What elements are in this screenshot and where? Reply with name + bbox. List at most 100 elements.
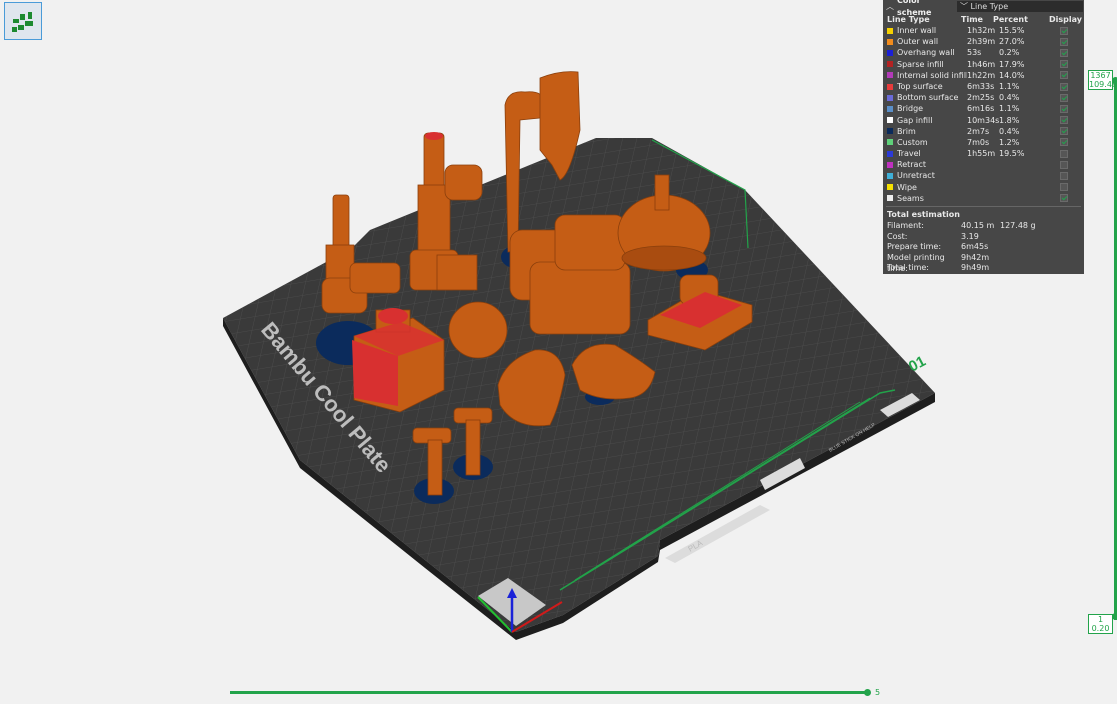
color-swatch bbox=[887, 173, 893, 180]
cost-value: 3.19 bbox=[961, 231, 979, 241]
line-type-name: Bottom surface bbox=[897, 93, 959, 103]
legend-row[interactable]: Outer wall 2h39m 27.0% bbox=[883, 36, 1084, 47]
display-checkbox[interactable] bbox=[1060, 48, 1068, 57]
line-type-time: 2m7s bbox=[967, 126, 990, 136]
line-type-time: 1h55m bbox=[967, 149, 996, 159]
prepare-time-label: Prepare time: bbox=[887, 242, 942, 252]
model-printing-time-label: Model printing time: bbox=[887, 252, 945, 273]
model-printing-time-row: Model printing time: 9h42m bbox=[883, 252, 1084, 273]
top-layer-number: 1367 bbox=[1090, 71, 1111, 80]
color-scheme-value: Line Type bbox=[970, 2, 1009, 11]
line-type-name: Seams bbox=[897, 193, 924, 203]
move-slider-track[interactable] bbox=[230, 691, 868, 694]
line-type-name: Gap infill bbox=[897, 115, 933, 125]
line-type-name: Custom bbox=[897, 137, 928, 147]
cost-row: Cost: 3.19 bbox=[883, 231, 1084, 242]
color-scheme-select[interactable]: ﹀ Line Type bbox=[957, 1, 1083, 12]
line-type-percent: 0.4% bbox=[999, 93, 1020, 103]
display-checkbox[interactable] bbox=[1060, 71, 1068, 80]
top-layer-height: 109.48 bbox=[1089, 80, 1117, 89]
bottom-layer-label: 1 0.20 bbox=[1088, 614, 1113, 634]
color-swatch bbox=[887, 94, 893, 101]
display-checkbox[interactable] bbox=[1060, 160, 1068, 169]
color-swatch bbox=[887, 161, 893, 168]
legend-row[interactable]: Travel 1h55m 19.5% bbox=[883, 148, 1084, 159]
legend-row[interactable]: Custom 7m0s 1.2% bbox=[883, 137, 1084, 148]
move-slider-handle[interactable] bbox=[864, 689, 871, 696]
color-swatch bbox=[887, 184, 893, 191]
line-type-percent: 15.5% bbox=[999, 26, 1025, 35]
divider bbox=[886, 206, 1081, 207]
color-swatch bbox=[887, 128, 893, 135]
line-type-name: Sparse infill bbox=[897, 59, 944, 69]
line-type-name: Outer wall bbox=[897, 37, 939, 47]
color-swatch bbox=[887, 49, 893, 56]
line-type-time: 1h32m bbox=[967, 26, 996, 35]
cost-label: Cost: bbox=[887, 231, 908, 241]
legend-row[interactable]: Wipe bbox=[883, 182, 1084, 193]
color-swatch bbox=[887, 105, 893, 112]
line-type-percent: 14.0% bbox=[999, 70, 1025, 80]
filament-label: Filament: bbox=[887, 221, 924, 230]
display-checkbox[interactable] bbox=[1060, 138, 1068, 147]
legend-row[interactable]: Unretract bbox=[883, 170, 1084, 181]
line-type-time: 53s bbox=[967, 48, 982, 58]
color-swatch bbox=[887, 150, 893, 157]
line-type-percent: 1.1% bbox=[999, 104, 1020, 114]
legend-row[interactable]: Sparse infill 1h46m 17.9% bbox=[883, 59, 1084, 70]
line-type-name: Travel bbox=[897, 149, 921, 159]
total-time-value: 9h49m bbox=[961, 263, 990, 273]
color-swatch bbox=[887, 38, 893, 45]
legend-row[interactable]: Brim 2m7s 0.4% bbox=[883, 126, 1084, 137]
color-swatch bbox=[887, 72, 893, 79]
color-swatch bbox=[887, 83, 893, 90]
line-type-percent: 27.0% bbox=[999, 37, 1025, 47]
legend-row[interactable]: Retract bbox=[883, 159, 1084, 170]
line-type-percent: 1.2% bbox=[999, 137, 1020, 147]
line-type-percent: 0.2% bbox=[999, 48, 1020, 58]
legend-row[interactable]: Top surface 6m33s 1.1% bbox=[883, 81, 1084, 92]
display-checkbox[interactable] bbox=[1060, 149, 1068, 158]
line-type-name: Unretract bbox=[897, 171, 935, 181]
chevron-up-icon[interactable]: ︿ bbox=[883, 1, 897, 12]
display-checkbox[interactable] bbox=[1060, 93, 1068, 102]
line-type-name: Wipe bbox=[897, 182, 917, 192]
color-swatch bbox=[887, 61, 893, 68]
legend-row[interactable]: Bridge 6m16s 1.1% bbox=[883, 103, 1084, 114]
bottom-layer-number: 1 bbox=[1097, 615, 1104, 624]
line-type-name: Brim bbox=[897, 126, 916, 136]
legend-row[interactable]: Overhang wall 53s 0.2% bbox=[883, 47, 1084, 58]
display-checkbox[interactable] bbox=[1060, 116, 1068, 125]
line-type-time: 1h46m bbox=[967, 59, 996, 69]
display-checkbox[interactable] bbox=[1060, 82, 1068, 91]
display-checkbox[interactable] bbox=[1060, 60, 1068, 69]
legend-row[interactable]: Seams bbox=[883, 193, 1084, 204]
legend-row[interactable]: Bottom surface 2m25s 0.4% bbox=[883, 92, 1084, 103]
display-checkbox[interactable] bbox=[1060, 172, 1068, 181]
top-layer-label: 1367 109.48 bbox=[1088, 70, 1117, 90]
total-estimation-title: Total estimation bbox=[887, 210, 960, 219]
display-checkbox[interactable] bbox=[1060, 37, 1068, 46]
line-type-name: Bridge bbox=[897, 104, 924, 114]
line-type-time: 2m25s bbox=[967, 93, 995, 103]
column-time: Time bbox=[961, 15, 983, 24]
total-time-row: Total time: 9h49m bbox=[883, 262, 1084, 273]
legend-row[interactable]: Inner wall 1h32m 15.5% bbox=[883, 25, 1084, 36]
color-swatch bbox=[887, 195, 893, 202]
object-list-button[interactable] bbox=[4, 2, 42, 40]
color-swatch bbox=[887, 139, 893, 146]
filament-weight: 127.48 g bbox=[1000, 221, 1036, 230]
legend-column-headers: Line Type Time Percent Display bbox=[883, 14, 1084, 25]
line-type-percent: 0.4% bbox=[999, 126, 1020, 136]
line-type-time: 1h22m bbox=[967, 70, 996, 80]
line-type-percent: 19.5% bbox=[999, 149, 1025, 159]
display-checkbox[interactable] bbox=[1060, 194, 1068, 203]
display-checkbox[interactable] bbox=[1060, 127, 1068, 136]
legend-row[interactable]: Gap infill 10m34s 1.8% bbox=[883, 115, 1084, 126]
display-checkbox[interactable] bbox=[1060, 104, 1068, 113]
display-checkbox[interactable] bbox=[1060, 183, 1068, 192]
display-checkbox[interactable] bbox=[1060, 26, 1068, 35]
line-type-percent: 17.9% bbox=[999, 59, 1025, 69]
legend-row[interactable]: Internal solid infill 1h22m 14.0% bbox=[883, 70, 1084, 81]
column-line-type: Line Type bbox=[887, 15, 930, 24]
